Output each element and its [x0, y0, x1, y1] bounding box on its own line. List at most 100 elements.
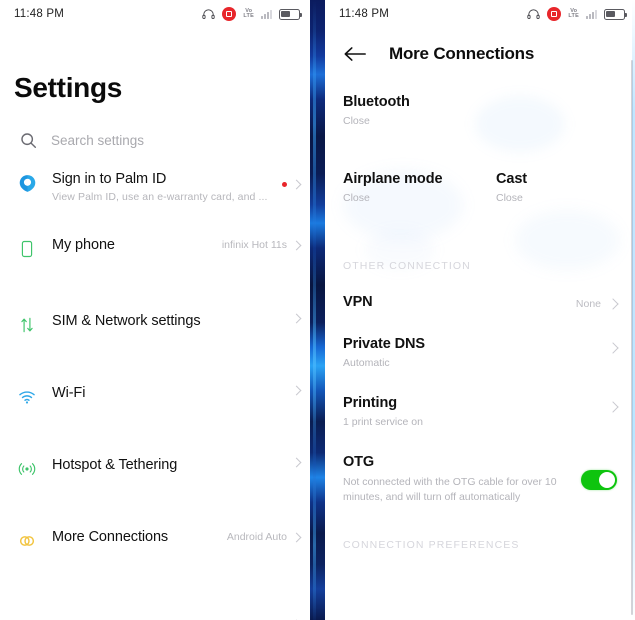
private-dns-label: Private DNS [343, 336, 425, 352]
group-header-connection-preferences: CONNECTION PREFERENCES [343, 539, 520, 552]
my-phone-tail: infinix Hot 11s [222, 237, 302, 251]
otg-description: Not connected with the OTG cable for ove… [343, 476, 557, 504]
airplane-mode-item[interactable]: Airplane mode Close [343, 171, 480, 204]
sidebar-item-my-phone[interactable]: My phone infinix Hot 11s [0, 237, 310, 283]
sidebar-item-value: Android Auto [226, 531, 287, 543]
record-icon [547, 7, 562, 21]
more-connections-text: More Connections [40, 529, 227, 545]
sidebar-item-subtitle: View Palm ID, use an e-warranty card, an… [52, 191, 268, 203]
settings-list: Sign in to Palm ID View Palm ID, use an … [0, 165, 310, 620]
sidebar-item-palm-id[interactable]: Sign in to Palm ID View Palm ID, use an … [0, 165, 310, 211]
vpn-label: VPN [343, 294, 373, 310]
settings-screen: 11:48 PM Vo LTE Settings Search settings… [0, 0, 310, 620]
sidebar-item-label: Sign in to Palm ID [52, 171, 167, 187]
connections-content: Bluetooth Close Airplane mode Close Cast… [325, 64, 635, 551]
status-time: 11:48 PM [14, 8, 64, 20]
airplane-mode-status: Close [343, 192, 370, 204]
hotspot-text: Hotspot & Tethering [40, 457, 293, 473]
sidebar-item-label: SIM & Network settings [52, 313, 201, 329]
chevron-right-icon [291, 532, 302, 542]
wifi-tail [291, 385, 302, 396]
volte-icon: Vo LTE [243, 8, 254, 20]
status-badge [282, 182, 287, 187]
vpn-value: None [575, 298, 601, 310]
otg-text: OTG Not connected with the OTG cable for… [343, 454, 581, 505]
bluetooth-item[interactable]: Bluetooth Close [343, 64, 617, 127]
status-icons: Vo LTE [527, 7, 627, 21]
phone-icon [14, 237, 40, 259]
chevron-right-icon [291, 457, 302, 468]
chevron-right-icon [291, 240, 302, 250]
record-icon [222, 7, 237, 21]
palm-id-text: Sign in to Palm ID View Palm ID, use an … [40, 171, 282, 203]
cast-item[interactable]: Cast Close [480, 171, 617, 204]
otg-item[interactable]: OTG Not connected with the OTG cable for… [343, 428, 617, 505]
page-title: More Connections [389, 44, 535, 63]
sidebar-item-sim-network[interactable]: SIM & Network settings [0, 313, 310, 359]
cast-label: Cast [496, 171, 528, 187]
private-dns-text: Private DNS Automatic [343, 336, 609, 369]
hotspot-icon [14, 457, 40, 479]
volte-icon: Vo LTE [568, 8, 579, 20]
battery-icon [279, 8, 302, 20]
chevron-right-icon [607, 298, 619, 310]
sim-network-icon [14, 313, 40, 335]
sidebar-item-label: Hotspot & Tethering [52, 457, 178, 473]
printing-item[interactable]: Printing 1 print service on [343, 369, 619, 428]
sidebar-item-wifi[interactable]: Wi-Fi [0, 385, 310, 431]
search-input[interactable]: Search settings [0, 104, 310, 149]
sidebar-item-label: Wi-Fi [52, 385, 86, 401]
chevron-right-icon [607, 342, 619, 354]
headset-icon [202, 8, 216, 20]
cast-status: Close [496, 192, 523, 204]
app-bar: More Connections [325, 28, 635, 64]
more-connections-icon [14, 529, 40, 551]
otg-label: OTG [343, 454, 375, 470]
hotspot-tail [291, 457, 302, 468]
airplane-mode-label: Airplane mode [343, 171, 443, 187]
private-dns-value: Automatic [343, 357, 390, 369]
phone-screenshot-pair: 11:48 PM Vo LTE Settings Search settings… [0, 0, 635, 620]
chevron-right-icon [291, 385, 302, 396]
printing-tail [607, 395, 619, 413]
search-placeholder: Search settings [51, 133, 145, 148]
sim-network-text: SIM & Network settings [40, 313, 293, 329]
vpn-tail: None [575, 294, 619, 310]
status-icons: Vo LTE [202, 7, 302, 21]
chevron-right-icon [607, 401, 619, 413]
search-icon [20, 132, 37, 149]
private-dns-item[interactable]: Private DNS Automatic [343, 310, 619, 369]
bluetooth-label: Bluetooth [343, 94, 410, 110]
my-phone-text: My phone [40, 237, 222, 253]
sidebar-item-label: More Connections [52, 529, 169, 545]
signal-icon [261, 9, 272, 19]
chevron-right-icon [291, 313, 302, 324]
sidebar-item-more-connections[interactable]: More Connections Android Auto [0, 529, 310, 575]
page-title: Settings [14, 72, 123, 103]
printing-text: Printing 1 print service on [343, 395, 609, 428]
signal-icon [586, 9, 597, 19]
battery-icon [604, 8, 627, 20]
more-connections-screen: 11:48 PM Vo LTE More Connections Bluetoo… [325, 0, 635, 620]
otg-toggle[interactable] [581, 470, 617, 490]
status-time: 11:48 PM [339, 8, 389, 20]
group-header-other-connection: OTHER CONNECTION [343, 260, 471, 272]
more-connections-tail: Android Auto [226, 529, 302, 543]
vpn-item[interactable]: VPN None [343, 272, 619, 310]
airplane-cast-row: Airplane mode Close Cast Close [343, 127, 617, 204]
back-arrow-icon[interactable] [343, 45, 367, 63]
sidebar-item-label: My phone [52, 237, 115, 253]
printing-value: 1 print service on [343, 416, 423, 428]
wifi-text: Wi-Fi [40, 385, 293, 401]
palm-id-icon [14, 171, 40, 194]
sidebar-item-hotspot[interactable]: Hotspot & Tethering [0, 457, 310, 503]
vpn-text: VPN [343, 294, 576, 310]
sim-network-tail [291, 313, 302, 324]
panel-divider [310, 0, 325, 620]
